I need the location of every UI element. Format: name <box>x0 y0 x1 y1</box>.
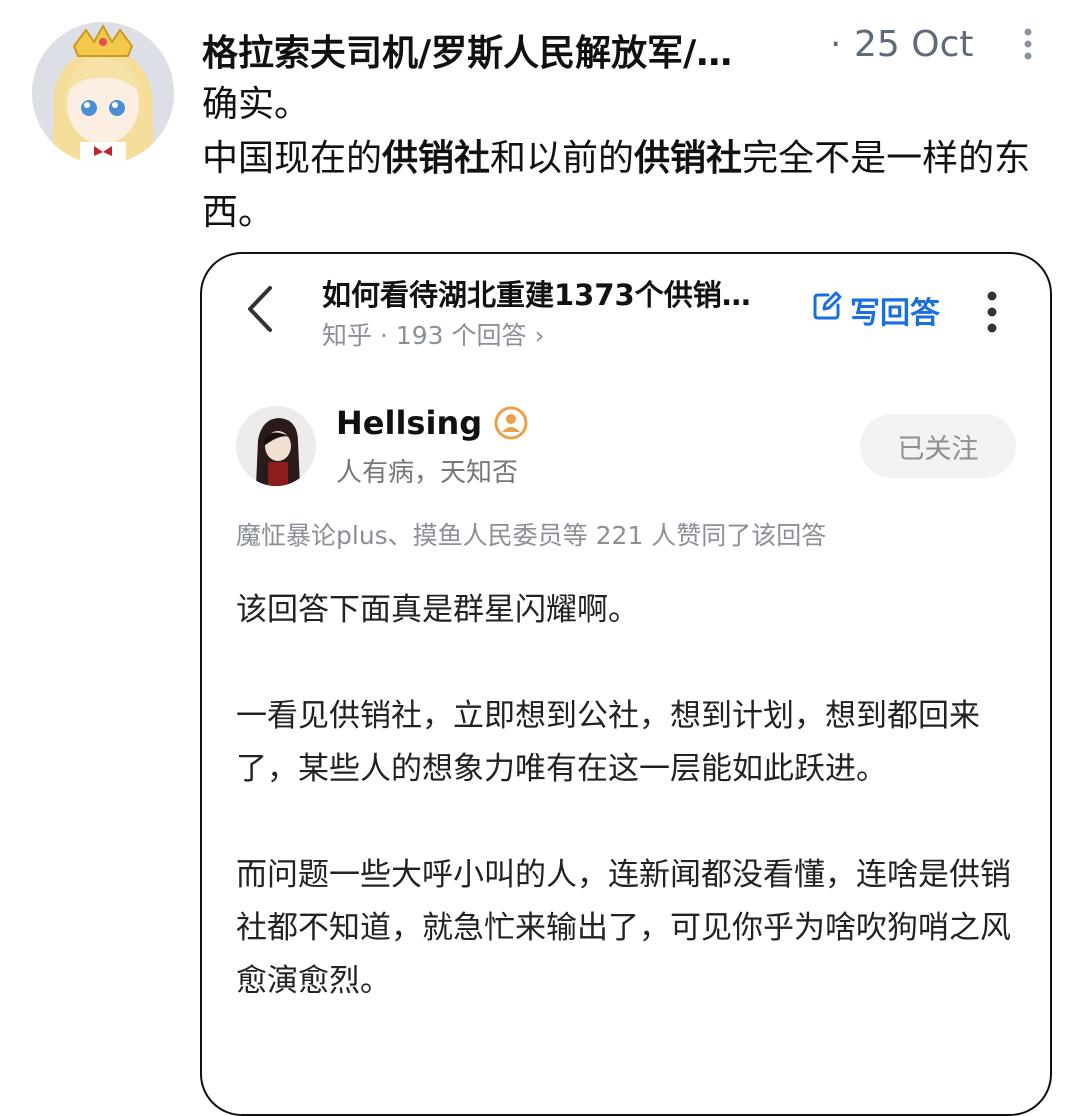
answerer-name: Hellsing <box>336 404 483 442</box>
answerer-bio: 人有病，天知否 <box>336 458 519 488</box>
question-meta: 知乎 · 193 个回答 › <box>322 321 545 350</box>
highlight-keyword: 供销社 <box>634 138 743 179</box>
post-line-2: 中国现在的供销社和以前的供销社完全不是一样的东西。 <box>202 132 1052 240</box>
post-date[interactable]: 25 Oct <box>854 24 974 65</box>
embedded-screenshot[interactable]: 如何看待湖北重建1373个供销… 知乎 · 193 个回答 › 写回答 Hell… <box>200 252 1052 1116</box>
text-segment: 中国现在的 <box>202 138 383 179</box>
answerer-avatar <box>236 406 316 486</box>
edit-icon <box>812 291 842 329</box>
chevron-left-icon <box>242 282 278 336</box>
highlight-keyword: 供销社 <box>382 138 491 179</box>
likes-summary: 魔怔暴论plus、摸鱼人民委员等 221 人赞同了该回答 <box>236 521 827 550</box>
question-title: 如何看待湖北重建1373个供销… <box>322 278 751 312</box>
author-avatar[interactable] <box>32 22 174 164</box>
follow-button: 已关注 <box>860 414 1016 478</box>
post-body: 确实。 中国现在的供销社和以前的供销社完全不是一样的东西。 <box>202 78 1052 240</box>
post-line-1: 确实。 <box>202 84 311 125</box>
answer-paragraph: 一看见供销社，立即想到公社，想到计划，想到都回来了，某些人的想象力唯有在这一层能… <box>236 698 980 787</box>
post-header: 格拉索夫司机/罗斯人民解放军/… · 25 Oct <box>202 22 1060 74</box>
author-name[interactable]: 格拉索夫司机/罗斯人民解放军/… <box>202 24 812 76</box>
answerer-name-row: Hellsing <box>336 404 528 442</box>
answer-paragraph: 该回答下面真是群星闪耀啊。 <box>236 592 639 628</box>
write-answer-label: 写回答 <box>850 296 940 331</box>
date-separator: · <box>830 24 842 65</box>
kebab-icon <box>984 290 1000 334</box>
text-segment: 和以前的 <box>490 138 635 179</box>
more-vert-icon[interactable] <box>1016 24 1040 84</box>
answer-paragraph: 而问题一些大呼小叫的人，连新闻都没看懂，连啥是供销社都不知道，就急忙来输出了，可… <box>236 857 1011 999</box>
answer-body: 该回答下面真是群星闪耀啊。 一看见供销社，立即想到公社，想到计划，想到都回来了，… <box>236 584 1016 1061</box>
write-answer-button: 写回答 <box>812 288 940 332</box>
user-badge-icon <box>494 406 528 440</box>
